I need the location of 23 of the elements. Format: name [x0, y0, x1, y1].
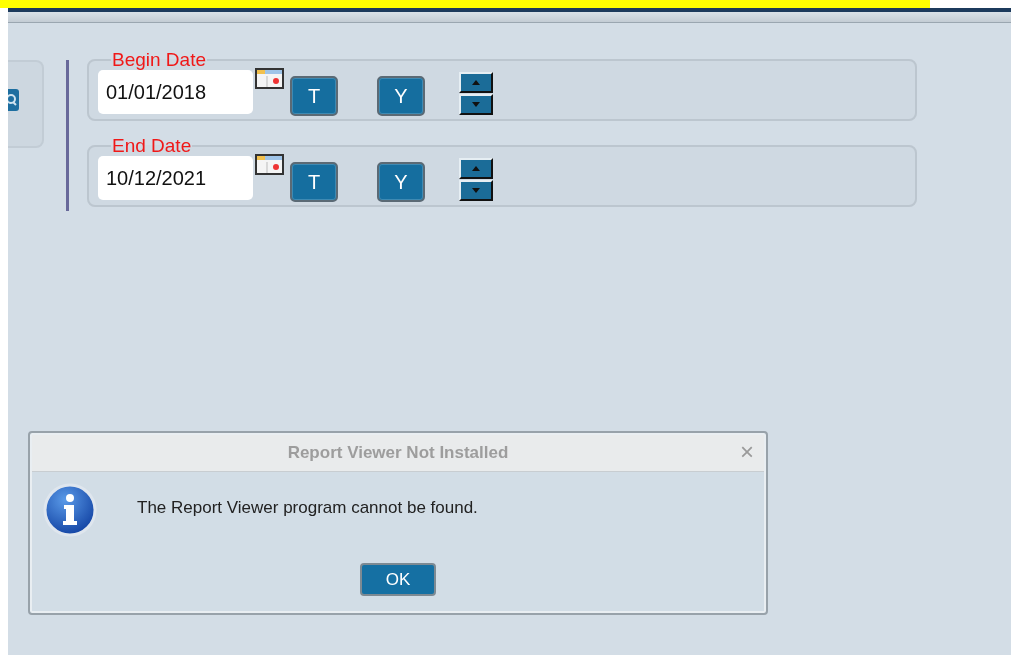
calendar-icon[interactable] [255, 68, 284, 89]
spin-up-button[interactable] [459, 158, 493, 179]
date-shortcut-button[interactable]: T [290, 162, 338, 202]
group-label: End Date [111, 135, 193, 157]
ok-button[interactable]: OK [360, 563, 436, 596]
group-label: Begin Date [111, 49, 207, 71]
spin-down-button[interactable] [459, 180, 493, 201]
calendar-icon[interactable] [255, 154, 284, 175]
search-icon[interactable] [8, 87, 20, 113]
date-field[interactable]: 01/01/2018 [98, 70, 253, 114]
caret-up-icon [472, 166, 480, 171]
dialog-title: Report Viewer Not Installed [287, 443, 509, 463]
date-shortcut-button[interactable]: Y [377, 76, 425, 116]
info-icon [43, 483, 97, 537]
date-shortcut-button[interactable]: T [290, 76, 338, 116]
caret-up-icon [472, 80, 480, 85]
dialog-message: The Report Viewer program cannot be found. [137, 498, 478, 519]
caret-down-icon [472, 102, 480, 107]
spin-up-button[interactable] [459, 72, 493, 93]
date-shortcut-button[interactable]: Y [377, 162, 425, 202]
spin-down-button[interactable] [459, 94, 493, 115]
date-field[interactable]: 10/12/2021 [98, 156, 253, 200]
caret-down-icon [472, 188, 480, 193]
